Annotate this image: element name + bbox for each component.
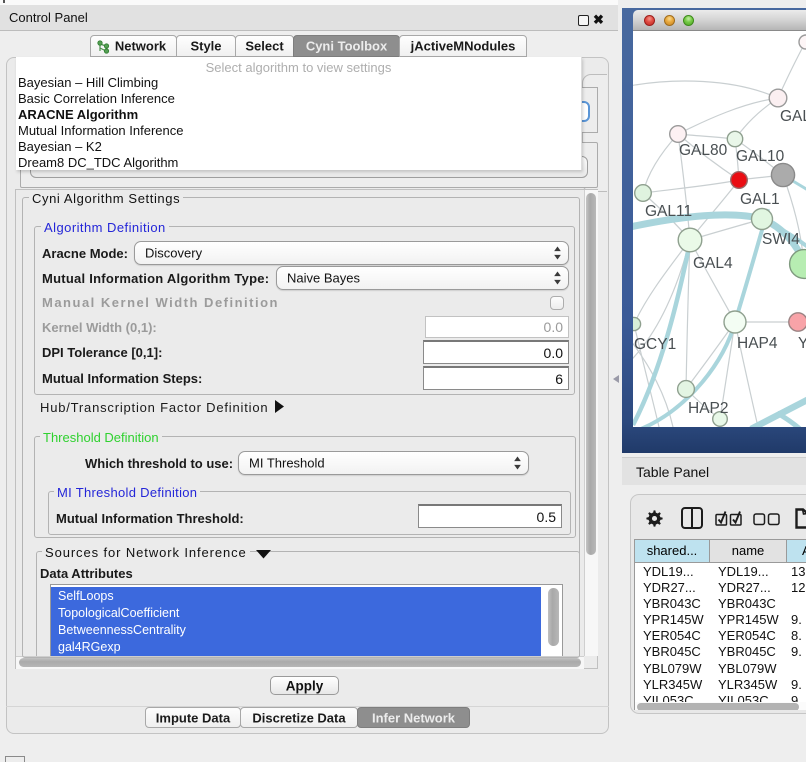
svg-text:GAL1: GAL1 (740, 191, 780, 208)
svg-text:HAP2: HAP2 (688, 400, 729, 417)
svg-text:GAL11: GAL11 (645, 203, 692, 220)
svg-text:GAL10: GAL10 (736, 148, 785, 165)
svg-text:SWI4: SWI4 (762, 231, 800, 248)
svg-text:HAP4: HAP4 (737, 335, 778, 352)
svg-text:GAL4: GAL4 (693, 255, 733, 272)
svg-text:GAL7: GAL7 (780, 108, 806, 125)
svg-text:GAL80: GAL80 (679, 142, 728, 159)
svg-text:GCY1: GCY1 (634, 336, 676, 353)
svg-text:Y: Y (798, 335, 806, 352)
